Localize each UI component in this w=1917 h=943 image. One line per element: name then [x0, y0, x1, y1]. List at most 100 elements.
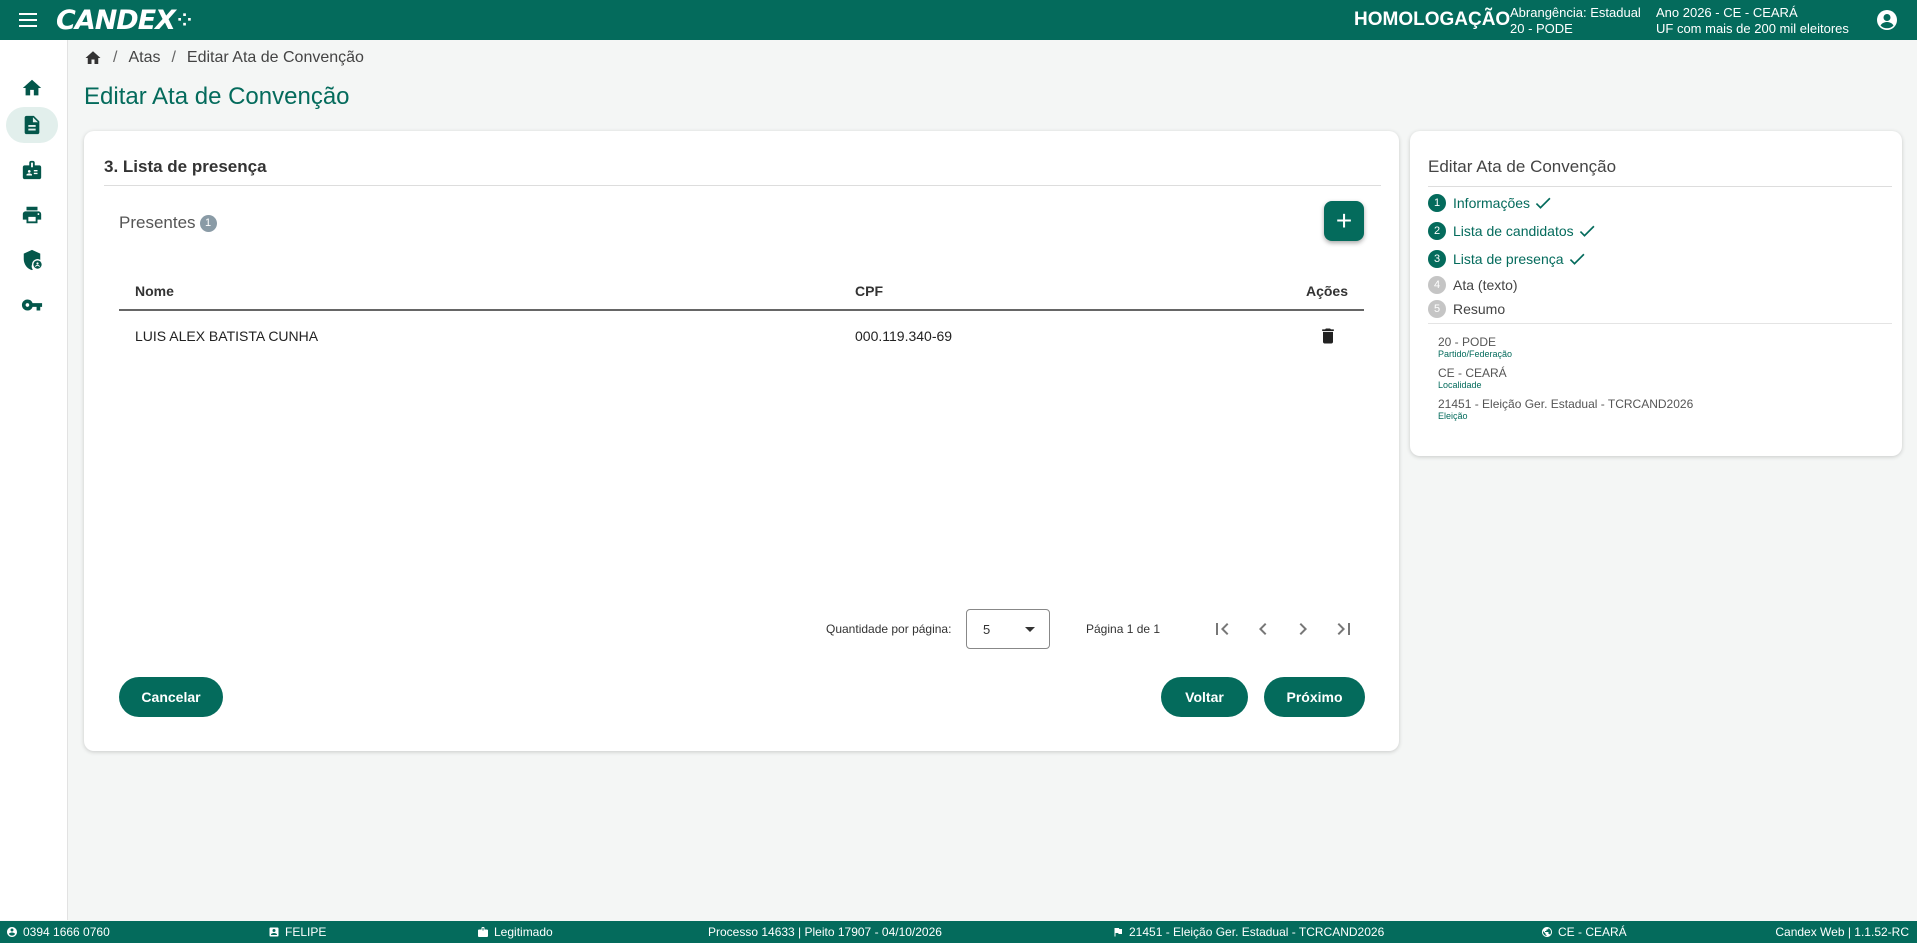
home-icon[interactable] — [84, 49, 102, 67]
footer-phone: 0394 1666 0760 — [6, 925, 110, 939]
sidebar-item-home[interactable] — [6, 70, 58, 106]
step-label: Informações — [1453, 195, 1531, 211]
items-per-page-value: 5 — [983, 622, 991, 637]
steps-panel: Editar Ata de Convenção 1 Informações 2 … — [1410, 131, 1902, 456]
sidebar-item-candidates[interactable] — [6, 152, 58, 188]
cancel-button[interactable]: Cancelar — [119, 677, 223, 717]
column-header-acoes: Ações — [1305, 283, 1348, 299]
step-label: Ata (texto) — [1453, 277, 1518, 293]
paginator: Quantidade por página: 5 Página 1 de 1 — [84, 609, 1399, 649]
divider — [1428, 323, 1892, 324]
divider — [104, 185, 1381, 186]
items-per-page-label: Quantidade por página: — [826, 622, 952, 636]
footer-phone-text: 0394 1666 0760 — [23, 925, 110, 939]
attendees-table: Nome CPF Ações LUIS ALEX BATISTA CUNHA 0… — [119, 271, 1364, 361]
divider — [1428, 186, 1892, 187]
step-informacoes[interactable]: 1 Informações — [1428, 193, 1553, 213]
step-lista-candidatos[interactable]: 2 Lista de candidatos — [1428, 221, 1597, 241]
step-number: 2 — [1428, 222, 1446, 240]
column-header-nome[interactable]: Nome — [135, 271, 174, 311]
footer-version-text: Candex Web | 1.1.52-RC — [1775, 925, 1909, 939]
step-resumo[interactable]: 5 Resumo — [1428, 299, 1505, 319]
info-party: 20 - PODE Partido/Federação — [1438, 335, 1512, 359]
info-value: 21451 - Eleição Ger. Estadual - TCRCAND2… — [1438, 397, 1694, 411]
last-page-icon[interactable] — [1332, 617, 1356, 641]
shield-user-icon — [23, 249, 42, 271]
table-header: Nome CPF Ações — [119, 271, 1364, 311]
attendee-cpf: 000.119.340-69 — [855, 328, 953, 344]
step-number: 5 — [1428, 300, 1446, 318]
section-title: 3. Lista de presença — [104, 157, 267, 176]
step-number: 4 — [1428, 276, 1446, 294]
step-number: 3 — [1428, 250, 1446, 268]
sidebar-item-keys[interactable] — [6, 287, 58, 323]
top-bar: CANDEX ⁘ HOMOLOGAÇÃO Abrangência: Estadua… — [0, 0, 1917, 40]
breadcrumb-current: Editar Ata de Convenção — [186, 49, 364, 66]
column-header-cpf[interactable]: CPF — [855, 271, 883, 311]
page-range-label: Página 1 de 1 — [1086, 622, 1161, 636]
footer-status-text: Legitimado — [494, 925, 553, 939]
key-icon — [21, 299, 43, 311]
printer-icon — [22, 206, 42, 224]
attendees-count-badge: 1 — [199, 214, 217, 232]
next-button[interactable]: Próximo — [1264, 677, 1365, 717]
info-value: 20 - PODE — [1438, 335, 1497, 349]
sidebar-item-documents[interactable] — [6, 107, 58, 143]
delete-icon[interactable] — [1318, 326, 1338, 346]
step-lista-presenca[interactable]: 3 Lista de presença — [1428, 249, 1587, 269]
step-label: Resumo — [1453, 301, 1506, 317]
next-page-icon[interactable] — [1291, 617, 1315, 641]
footer-election: 21451 - Eleição Ger. Estadual - TCRCAND2… — [1112, 925, 1384, 939]
step-number: 1 — [1428, 194, 1446, 212]
previous-page-icon[interactable] — [1251, 617, 1275, 641]
footer-user-text: FELIPE — [285, 925, 327, 939]
sidebar-item-security[interactable] — [6, 242, 58, 278]
table-row: LUIS ALEX BATISTA CUNHA 000.119.340-69 — [119, 311, 1364, 361]
info-location: CE - CEARÁ Localidade — [1438, 366, 1507, 390]
items-per-page-select[interactable]: 5 — [966, 609, 1050, 649]
step-ata-texto[interactable]: 4 Ata (texto) — [1428, 275, 1518, 295]
step-label: Lista de presença — [1453, 251, 1564, 267]
sidebar-item-print[interactable] — [6, 197, 58, 233]
add-attendee-button[interactable]: + — [1324, 201, 1364, 241]
globe-icon — [1542, 927, 1552, 937]
badge-icon — [22, 160, 42, 180]
account-icon — [7, 927, 17, 937]
breadcrumb-separator: / — [113, 49, 118, 66]
electorate-label: UF com mais de 200 mil eleitores — [1656, 21, 1849, 36]
first-page-icon[interactable] — [1210, 617, 1234, 641]
footer-election-text: 21451 - Eleição Ger. Estadual - TCRCAND2… — [1129, 925, 1385, 939]
footer-location: CE - CEARÁ — [1541, 925, 1627, 939]
footer-process-text: Processo 14633 | Pleito 17907 - 04/10/20… — [708, 925, 942, 939]
year-state-label: Ano 2026 - CE - CEARÁ — [1656, 5, 1798, 20]
check-icon — [1533, 193, 1553, 213]
breadcrumb-separator: / — [171, 49, 176, 66]
breadcrumb-atas-link[interactable]: Atas — [128, 49, 160, 67]
info-key: Partido/Federação — [1438, 349, 1513, 359]
home-icon — [22, 79, 42, 96]
page-title: Editar Ata de Convenção — [84, 83, 350, 110]
attendance-card: 3. Lista de presença Presentes 1 + Nome … — [84, 131, 1399, 751]
document-icon — [24, 115, 40, 135]
flag-icon — [1114, 928, 1122, 937]
logo-text: CANDEX — [56, 4, 176, 36]
scope-context: Abrangência: Estadual 20 - PODE — [1510, 5, 1641, 37]
attendees-title: Presentes — [119, 213, 196, 232]
footer-status: Legitimado — [477, 925, 553, 939]
footer-user: FELIPE — [268, 925, 326, 939]
scope-label: Abrangência: Estadual — [1510, 5, 1641, 20]
attendees-heading: Presentes 1 — [119, 213, 217, 233]
party-label: 20 - PODE — [1510, 21, 1573, 36]
status-bar: 0394 1666 0760 FELIPE Legitimado Process… — [0, 921, 1917, 943]
back-button[interactable]: Voltar — [1161, 677, 1248, 717]
panel-title: Editar Ata de Convenção — [1428, 157, 1617, 176]
logo-spark-icon: ⁘ — [176, 9, 192, 31]
footer-process: Processo 14633 | Pleito 17907 - 04/10/20… — [708, 925, 942, 939]
sidebar — [0, 40, 68, 920]
app-logo[interactable]: CANDEX ⁘ — [56, 4, 192, 36]
check-icon — [1577, 221, 1597, 241]
info-value: CE - CEARÁ — [1438, 366, 1507, 380]
menu-icon[interactable] — [0, 0, 56, 40]
badge-icon — [478, 927, 488, 937]
account-icon[interactable] — [1875, 8, 1899, 32]
